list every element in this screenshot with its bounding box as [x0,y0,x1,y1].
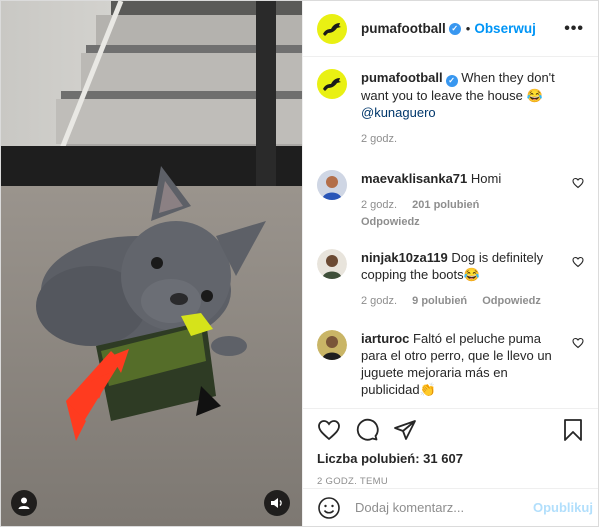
post-timestamp: 2 GODZ. TEMU [317,476,388,487]
like-comment-heart-icon[interactable] [572,336,584,354]
comment-time: 2 godz. [361,199,398,211]
avatar-image [317,330,347,360]
reply-button[interactable]: Odpowiedz [361,216,420,228]
verified-badge-icon: ✓ [448,22,461,35]
instagram-post: pumafootball ✓ • Obserwuj ••• pumafootba… [0,0,599,527]
puma-logo-icon [323,78,341,91]
comment-time: 2 godz. [361,295,398,307]
list-item: ninjak10za119 Dog is definitely copping … [317,249,584,310]
add-comment-bar: Opublikuj [303,488,598,526]
reply-button[interactable]: Odpowiedz [482,295,541,307]
caption-time: 2 godz. [361,133,398,145]
volume-icon [271,498,282,508]
more-options-icon[interactable]: ••• [564,20,584,38]
save-bookmark-icon[interactable] [562,418,584,442]
comment-input[interactable] [353,499,533,516]
comment-likes[interactable]: 201 polubień [412,199,479,211]
puma-logo-icon [323,22,341,36]
header-username[interactable]: pumafootball [361,21,446,36]
list-item: iarturoc Faltó el peluche puma para el o… [317,330,584,398]
avatar-image [317,170,347,200]
like-heart-icon[interactable] [317,418,341,442]
avatar[interactable] [317,69,347,99]
comment-text: Homi [470,171,502,186]
verified-badge-icon: ✓ [445,75,458,87]
post-video[interactable] [1,1,302,526]
comment-likes[interactable]: 9 polubień [412,295,467,307]
post-header: pumafootball ✓ • Obserwuj ••• [303,1,598,57]
share-paper-plane-icon[interactable] [393,418,417,442]
comment-username[interactable]: maevaklisanka71 [361,171,467,186]
list-item: maevaklisanka71 Homi 2 godz. 201 polubie… [317,170,584,231]
avatar[interactable] [317,170,347,200]
caption-username[interactable]: pumafootball [361,70,443,85]
user-icon [18,497,30,509]
avatar[interactable] [317,13,347,44]
avatar[interactable] [317,249,347,279]
like-comment-heart-icon[interactable] [572,176,584,194]
mention-link[interactable]: @kunaguero [361,105,436,120]
mute-button[interactable] [264,490,290,516]
comment-username[interactable]: ninjak10za119 [361,250,448,265]
follow-button[interactable]: Obserwuj [474,21,536,36]
caption: pumafootball ✓ When they don't want you t… [317,69,584,148]
likes-count[interactable]: Liczba polubień: 31 607 [317,451,584,466]
comment-username[interactable]: iarturoc [361,331,409,346]
avatar-image [317,249,347,279]
publish-button[interactable]: Opublikuj [533,500,593,515]
avatar[interactable] [317,330,347,360]
separator-dot: • [465,21,471,36]
like-comment-heart-icon[interactable] [572,255,584,273]
comment-bubble-icon[interactable] [355,418,379,442]
emoji-smiley-icon[interactable] [317,496,341,520]
tagged-users-button[interactable] [11,490,37,516]
post-actions: Liczba polubień: 31 607 2 GODZ. TEMU [303,408,598,487]
comments-list[interactable]: pumafootball ✓ When they don't want you t… [303,57,598,408]
post-side-panel: pumafootball ✓ • Obserwuj ••• pumafootba… [302,1,598,526]
video-frame-dog [1,1,302,526]
